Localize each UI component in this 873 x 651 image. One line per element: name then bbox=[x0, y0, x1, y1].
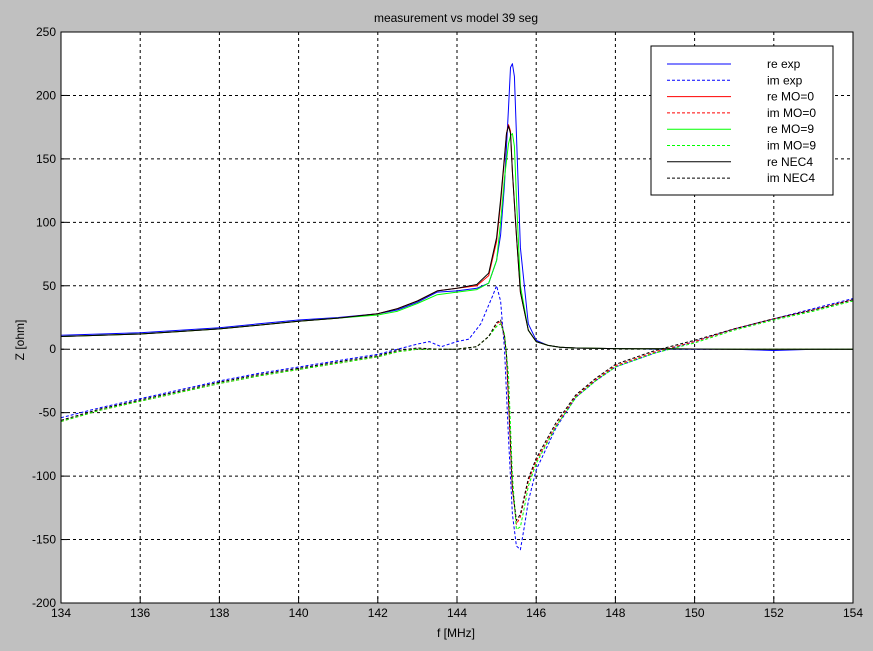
y-tick-label: -100 bbox=[32, 469, 56, 483]
legend-label-re-mo-9: re MO=9 bbox=[767, 122, 814, 136]
y-tick-label: 250 bbox=[36, 25, 56, 39]
chart-title: measurement vs model 39 seg bbox=[374, 11, 538, 25]
chart-figure: measurement vs model 39 seg 134 136 138 140… bbox=[0, 0, 873, 651]
x-tick-label: 146 bbox=[526, 606, 546, 620]
x-tick-label: 142 bbox=[368, 606, 388, 620]
legend-label-re-nec4: re NEC4 bbox=[767, 155, 813, 169]
legend: re exp im exp re MO=0 im MO=0 re MO=9 im MO=9… bbox=[650, 45, 834, 196]
x-tick-label: 154 bbox=[843, 606, 863, 620]
x-tick-label: 138 bbox=[209, 606, 229, 620]
y-tick-label: -150 bbox=[32, 533, 56, 547]
x-tick-label: 150 bbox=[685, 606, 705, 620]
y-tick-label: 150 bbox=[36, 152, 56, 166]
y-tick-label: 200 bbox=[36, 88, 56, 102]
legend-label-im-mo-0: im MO=0 bbox=[767, 106, 816, 120]
y-tick-label: 100 bbox=[36, 215, 56, 229]
x-tick-label: 152 bbox=[764, 606, 784, 620]
legend-label-re-exp: re exp bbox=[767, 57, 801, 71]
y-axis-label: Z [ohm] bbox=[13, 320, 27, 361]
y-tick-label: 0 bbox=[49, 342, 56, 356]
x-tick-label: 136 bbox=[130, 606, 150, 620]
legend-label-im-mo-9: im MO=9 bbox=[767, 139, 816, 153]
legend-label-re-mo-0: re MO=0 bbox=[767, 90, 814, 104]
y-tick-label: 50 bbox=[43, 279, 57, 293]
x-tick-label: 140 bbox=[289, 606, 309, 620]
legend-label-im-nec4: im NEC4 bbox=[767, 171, 815, 185]
y-tick-label: -200 bbox=[32, 596, 56, 610]
x-axis-label: f [MHz] bbox=[437, 626, 475, 640]
x-tick-label: 144 bbox=[447, 606, 467, 620]
x-tick-label: 148 bbox=[605, 606, 625, 620]
y-tick-label: -50 bbox=[39, 406, 57, 420]
legend-label-im-exp: im exp bbox=[767, 73, 803, 87]
